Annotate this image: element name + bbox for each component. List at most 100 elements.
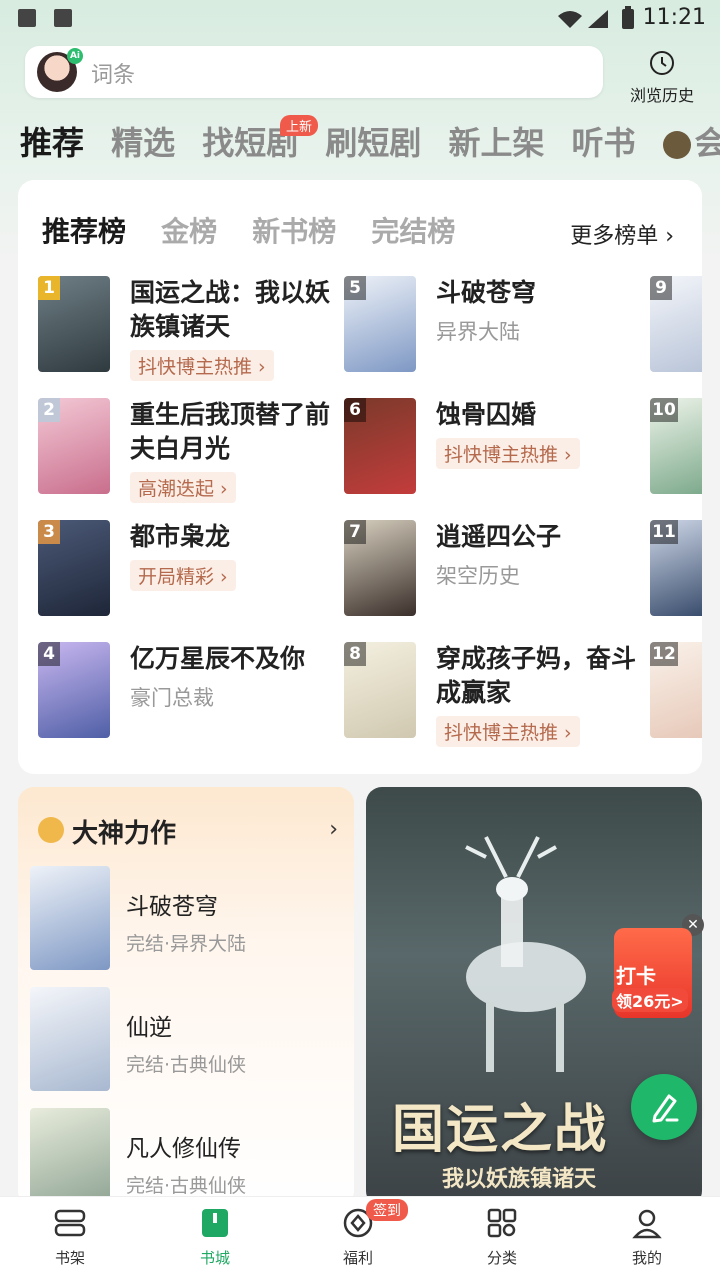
signal-icon (558, 10, 608, 28)
book-info: 完结·古典仙侠 (126, 1054, 247, 1076)
book-cover: 5 (344, 276, 416, 372)
nav-label: 分类 (486, 1249, 517, 1267)
rank-tab-recommend[interactable]: 推荐榜 (42, 210, 126, 250)
clock: 11:21 (642, 5, 706, 30)
write-button[interactable] (631, 1074, 697, 1140)
nav-profile[interactable]: 我的 (597, 1197, 697, 1281)
book-tag: 抖快博主热推 › (436, 438, 580, 469)
bottom-nav: 书架 书城 福利 分类 我的 (0, 1196, 720, 1281)
book-cover: 11 (650, 520, 702, 616)
tab-audiobook[interactable]: 听书 (572, 118, 636, 164)
tab-featured[interactable]: 精选 (111, 118, 175, 164)
crown-icon (662, 131, 691, 159)
book-cover (30, 987, 110, 1091)
status-bar: 11:21 (0, 0, 720, 36)
book-tag: 高潮迭起 › (130, 472, 236, 503)
book-tag: 开局精彩 › (130, 560, 236, 591)
book-cover: 8 (344, 642, 416, 738)
book-cover: 3 (38, 520, 110, 616)
gallery-icon (18, 9, 36, 27)
book-title: 斗破苍穹 (126, 894, 218, 920)
rank-number: 1 (38, 276, 60, 300)
tab-recommend[interactable]: 推荐 (20, 118, 84, 164)
rank-tab-completed[interactable]: 完结榜 (371, 210, 455, 250)
book-info: 完结·古典仙侠 (126, 1175, 247, 1197)
book-tag: 抖快博主热推 › (130, 350, 274, 381)
book-title: 重生后我顶替了前夫白月光 (130, 400, 331, 463)
book-cover (30, 1108, 110, 1207)
book-title: 蚀骨囚婚 (436, 400, 537, 429)
app-notification-icon (54, 9, 72, 27)
nav-label: 我的 (631, 1249, 662, 1267)
book-genre: 豪门总裁 (130, 686, 214, 710)
checkin-label: 打卡 (616, 964, 656, 988)
new-badge: 上新 (280, 115, 319, 136)
top-tabs: 推荐 精选 找短剧 刷短剧 新上架 听书 会员 (20, 118, 720, 168)
tab-watch-short-drama[interactable]: 刷短剧 (325, 118, 421, 164)
section-title: 大神力作 (72, 819, 177, 849)
battery-icon (622, 6, 634, 29)
book-title: 国运之战：我以妖族镇诸天 (130, 278, 331, 341)
rank-tab-gold[interactable]: 金榜 (161, 210, 217, 250)
ranking-tabs: 推荐榜 金榜 新书榜 完结榜 (42, 210, 485, 250)
rank-number: 5 (344, 276, 366, 300)
chevron-right-icon[interactable]: › (329, 817, 338, 842)
book-cover: 7 (344, 520, 416, 616)
book-cover: 4 (38, 642, 110, 738)
rank-number: 7 (344, 520, 366, 544)
banner-title: 国运之战 (392, 1100, 609, 1160)
book-tag: 抖快博主热推 › (436, 716, 580, 747)
clock-icon (650, 51, 674, 75)
nav-bookstore[interactable]: 书城 (165, 1197, 265, 1281)
book-title: 逍遥四公子 (436, 522, 562, 551)
tab-vip[interactable]: 会员 (662, 118, 720, 164)
book-title: 亿万星辰不及你 (130, 644, 306, 673)
book-cover: 10 (650, 398, 702, 494)
search-input[interactable]: Ai 词条 (25, 46, 603, 98)
deer-illustration (465, 836, 586, 1072)
more-rankings-link[interactable]: 更多榜单 › (570, 218, 674, 250)
book-cover: 2 (38, 398, 110, 494)
book-cover: 6 (344, 398, 416, 494)
rank-number: 6 (344, 398, 366, 422)
more-rankings-label: 更多榜单 (570, 224, 659, 249)
book-cover (30, 866, 110, 970)
pen-icon (652, 1094, 679, 1123)
tab-new-arrivals[interactable]: 新上架 (448, 118, 544, 164)
bookshelf-icon (54, 1209, 86, 1237)
history-label: 浏览历史 (629, 86, 694, 105)
book-title: 斗破苍穹 (436, 278, 537, 307)
rank-number: 9 (650, 276, 672, 300)
book-info: 完结·异界大陆 (126, 933, 247, 955)
banner-subtitle: 我以妖族镇诸天 (442, 1167, 597, 1192)
ai-badge: Ai (67, 48, 83, 64)
history-button[interactable]: 浏览历史 (622, 50, 702, 106)
rank-tab-new-books[interactable]: 新书榜 (252, 210, 336, 250)
checkin-reward: 领26元> (612, 988, 688, 1012)
nav-bookshelf[interactable]: 书架 (20, 1197, 120, 1281)
nav-label: 福利 (342, 1249, 373, 1267)
rank-number: 4 (38, 642, 60, 666)
nav-label: 书城 (199, 1249, 230, 1267)
user-icon (632, 1209, 662, 1239)
book-title: 凡人修仙传 (126, 1136, 241, 1162)
book-title: 穿成孩子妈，奋斗成赢家 (436, 644, 637, 707)
nav-category[interactable]: 分类 (452, 1197, 552, 1281)
book-cover: 12 (650, 642, 702, 738)
rank-number: 3 (38, 520, 60, 544)
search-placeholder: 词条 (91, 63, 136, 88)
rank-number: 12 (650, 642, 678, 666)
rank-number: 10 (650, 398, 678, 422)
checkin-reward-button[interactable]: ✕ 打卡 领26元> (612, 914, 704, 1020)
book-icon (202, 1209, 228, 1237)
book-genre: 异界大陆 (436, 320, 520, 344)
book-genre: 架空历史 (436, 564, 520, 588)
tab-vip-label: 会员 (694, 124, 720, 162)
book-cover: 1 (38, 276, 110, 372)
god-works-card[interactable]: 大神力作 › 斗破苍穹 完结·异界大陆 仙逆 完结·古典仙侠 凡人修仙传 完结·… (18, 787, 354, 1207)
nav-label: 书架 (54, 1249, 85, 1267)
medal-icon (38, 817, 64, 843)
book-title: 都市枭龙 (130, 522, 231, 551)
book-cover: 9 (650, 276, 702, 372)
rank-number: 8 (344, 642, 366, 666)
